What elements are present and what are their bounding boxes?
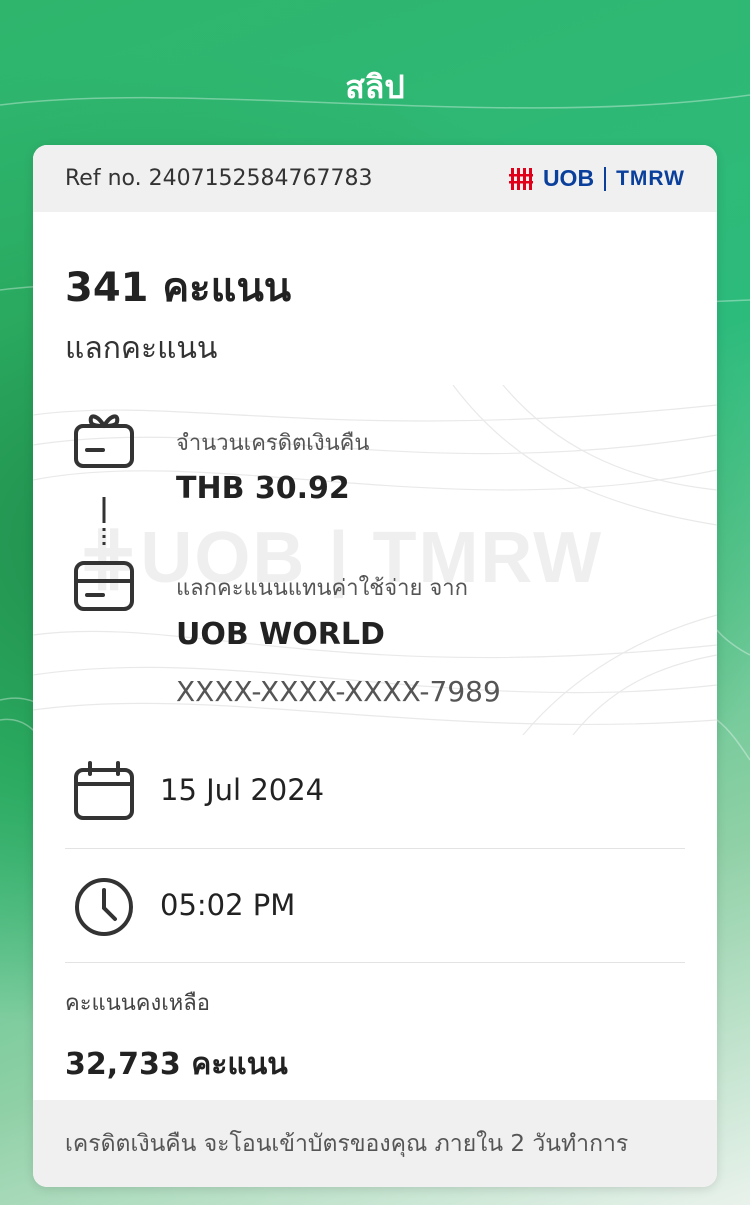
redemption-details: ⋕UOB | TMRW จำนวนเครดิตเงินคืน THB 30.92… <box>33 385 717 735</box>
balance-label: คะแนนคงเหลือ <box>65 991 210 1016</box>
slip-header: Ref no. 2407152584767783 UOB TMRW <box>33 145 717 212</box>
balance-value: 32,733 คะแนน <box>65 1047 288 1082</box>
clock-icon <box>75 878 133 936</box>
uob-tmrw-logo: UOB TMRW <box>508 165 685 192</box>
card-name: UOB WORLD <box>176 617 385 652</box>
connector-dashed-line <box>102 497 106 545</box>
calendar-icon <box>74 761 134 820</box>
transaction-type: แลกคะแนน <box>65 331 218 366</box>
cashback-label: จำนวนเครดิตเงินคืน <box>176 431 370 456</box>
logo-uob-text: UOB <box>542 165 595 191</box>
slip-footer-note: เครดิตเงินคืน จะโอนเข้าบัตรของคุณ ภายใน … <box>33 1100 717 1187</box>
slip-card: Ref no. 2407152584767783 UOB TMRW 341 คะ… <box>33 145 717 1187</box>
redeem-from-label: แลกคะแนนแทนค่าใช้จ่าย จาก <box>176 576 468 601</box>
logo-divider <box>604 166 607 191</box>
row-divider <box>65 848 685 849</box>
page-title: สลิป <box>345 68 405 106</box>
gift-card-icon <box>74 414 134 468</box>
reference-number: Ref no. 2407152584767783 <box>65 166 373 191</box>
card-number: XXXX-XXXX-XXXX-7989 <box>176 675 501 708</box>
points-amount: 341 คะแนน <box>65 265 292 311</box>
cashback-value: THB 30.92 <box>176 471 350 506</box>
logo-tmrw-text: TMRW <box>616 166 685 190</box>
transaction-date: 15 Jul 2024 <box>160 773 325 807</box>
row-divider <box>65 962 685 963</box>
footer-note-text: เครดิตเงินคืน จะโอนเข้าบัตรของคุณ ภายใน … <box>65 1130 629 1157</box>
transaction-time: 05:02 PM <box>160 888 296 922</box>
credit-card-icon <box>74 561 134 611</box>
uob-mark-icon <box>508 167 533 190</box>
